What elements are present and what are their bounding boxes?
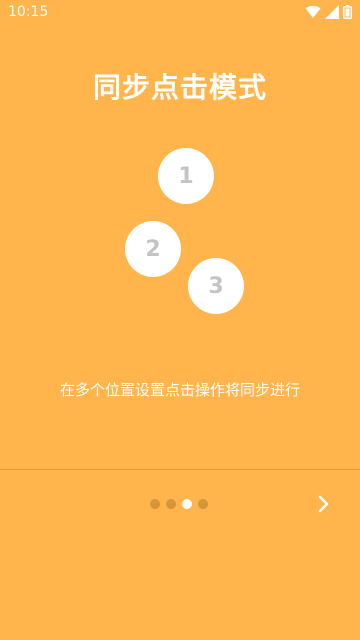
page-indicator [150,499,208,509]
divider [0,469,360,470]
step-circle-2: 2 [125,221,181,277]
battery-icon [343,5,352,19]
status-bar: 10:15 [0,0,360,24]
wifi-icon [305,5,321,19]
step-number: 1 [178,163,194,189]
signal-icon [325,5,339,19]
step-number: 2 [145,236,161,262]
status-icons [305,5,352,19]
step-circle-1: 1 [158,148,214,204]
chevron-right-icon [317,494,331,518]
step-number: 3 [208,273,224,299]
step-circle-3: 3 [188,258,244,314]
page-dot [166,499,176,509]
page-dot-active [182,499,192,509]
next-button[interactable] [308,490,340,522]
description-text: 在多个位置设置点击操作将同步进行 [59,381,300,399]
page-dot [150,499,160,509]
page-dot [198,499,208,509]
page-title: 同步点击模式 [92,71,267,104]
status-time: 10:15 [8,4,49,20]
